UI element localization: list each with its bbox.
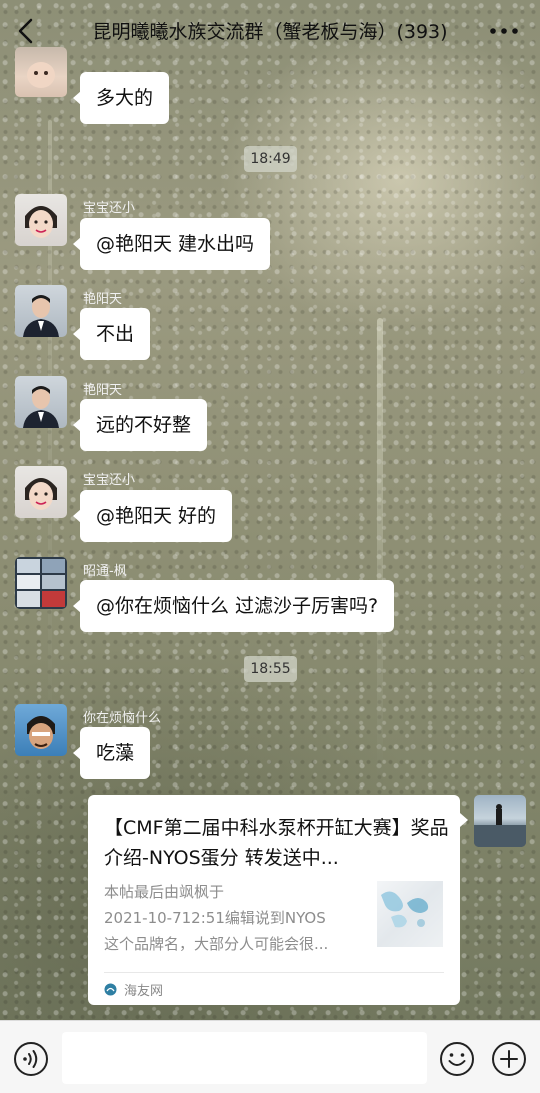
message-bubble[interactable]: 吃藻 (72, 727, 151, 779)
link-card-thumbnail (377, 881, 443, 947)
source-name: 海友网 (124, 983, 164, 999)
link-card-desc-line: 这个品牌名，大部分人可能会很... (104, 935, 329, 953)
chat-title: 昆明曦曦水族交流群（蟹老板与海）(393) (92, 21, 448, 43)
message-input[interactable] (62, 1032, 427, 1084)
avatar[interactable] (15, 466, 67, 518)
self-avatar[interactable] (474, 795, 526, 847)
message-text: @你在烦恼什么 过滤沙子厉害吗? (96, 595, 379, 617)
link-card-desc-line: 2021-10-712:51编辑说到NYOS (104, 909, 326, 927)
message-bubble[interactable]: @艳阳天 好的 (72, 490, 233, 542)
message-bubble[interactable]: 远的不好整 (72, 399, 208, 451)
message-bubble[interactable]: 多大的 (72, 72, 170, 124)
message-text: 多大的 (96, 87, 154, 109)
message-text: 吃藻 (96, 742, 135, 764)
link-card-description: 本帖最后由飒枫于 2021-10-712:51编辑说到NYOS 这个品牌名，大部… (104, 879, 362, 957)
input-bar (0, 1020, 540, 1093)
message-bubble[interactable]: @艳阳天 建水出吗 (72, 218, 271, 270)
sender-name: 宝宝还小 (83, 201, 136, 216)
avatar[interactable] (15, 704, 67, 756)
avatar[interactable] (15, 194, 67, 246)
sender-name: 艳阳天 (83, 383, 123, 398)
message-text: @艳阳天 建水出吗 (96, 233, 255, 255)
message-bubble[interactable]: @你在烦恼什么 过滤沙子厉害吗? (72, 580, 395, 632)
emoji-icon[interactable] (439, 1041, 475, 1077)
avatar[interactable] (15, 557, 67, 609)
message-bubble[interactable]: 不出 (72, 308, 151, 360)
avatar[interactable] (15, 47, 67, 97)
more-options-icon[interactable] (484, 16, 524, 46)
link-card-title: 【CMF第二届中科水泵杯开缸大赛】奖品介绍-NYOS蛋分 转发送中... (104, 817, 449, 869)
voice-input-icon[interactable] (13, 1041, 49, 1077)
back-arrow-icon[interactable] (12, 16, 40, 46)
avatar[interactable] (15, 376, 67, 428)
sender-name: 艳阳天 (83, 292, 123, 307)
link-card[interactable]: 【CMF第二届中科水泵杯开缸大赛】奖品介绍-NYOS蛋分 转发送中... 本帖最… (88, 795, 468, 1005)
message-text: 不出 (96, 323, 135, 345)
source-app-icon (104, 983, 117, 995)
timestamp: 18:49 (244, 146, 297, 172)
message-text: 远的不好整 (96, 414, 192, 436)
divider (104, 972, 444, 973)
sender-name: 宝宝还小 (83, 473, 136, 488)
sender-name: 昭通-枫 (83, 564, 127, 579)
avatar[interactable] (15, 285, 67, 337)
timestamp: 18:55 (244, 656, 297, 682)
water-streak (377, 318, 383, 788)
link-card-source: 海友网 (104, 979, 163, 999)
chat-header: 昆明曦曦水族交流群（蟹老板与海）(393) (0, 0, 540, 62)
sender-name: 你在烦恼什么 (83, 711, 162, 726)
message-text: @艳阳天 好的 (96, 505, 217, 527)
plus-icon[interactable] (491, 1041, 527, 1077)
link-card-desc-line: 本帖最后由飒枫于 (104, 883, 225, 901)
